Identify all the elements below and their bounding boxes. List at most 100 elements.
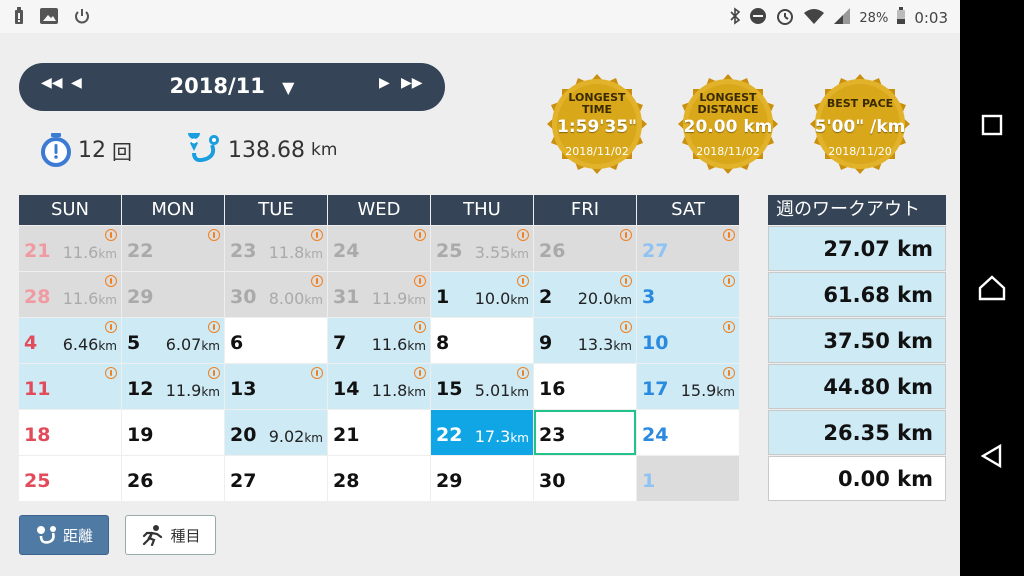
calendar-day-cell[interactable]: 19 xyxy=(122,410,224,455)
calendar-day-cell[interactable]: 25 3.55km xyxy=(431,226,533,271)
medal-longest-time[interactable]: LONGEST TIME 1:59'35" 2018/11/02 xyxy=(538,65,656,183)
distance-value: 9.02 xyxy=(268,427,305,446)
calendar-day-cell[interactable]: 11 xyxy=(19,364,121,409)
calendar-day-cell[interactable]: 3 xyxy=(637,272,739,317)
calendar-day-cell[interactable]: 25 xyxy=(19,456,121,501)
calendar-day-cell[interactable]: 7 11.6km xyxy=(328,318,430,363)
run-icon xyxy=(105,367,117,379)
day-number: 27 xyxy=(642,240,669,262)
signal-icon xyxy=(833,7,851,29)
calendar-day-cell[interactable]: 16 xyxy=(534,364,636,409)
day-number: 11 xyxy=(24,378,51,400)
distance-unit: km xyxy=(613,339,632,353)
distance-value: 10.0 xyxy=(474,289,511,308)
calendar-day-cell[interactable]: 4 6.46km xyxy=(19,318,121,363)
calendar-day-cell[interactable]: 14 11.8km xyxy=(328,364,430,409)
day-number: 6 xyxy=(230,332,244,354)
calendar-day-cell[interactable]: 29 xyxy=(431,456,533,501)
distance-toggle-button[interactable]: 距離 xyxy=(19,515,109,555)
day-number: 18 xyxy=(24,424,51,446)
calendar-day-cell[interactable]: 27 xyxy=(225,456,327,501)
calendar-day-cell[interactable]: 8 xyxy=(431,318,533,363)
distance-unit: km xyxy=(407,339,426,353)
weekly-total-row[interactable]: 44.80 km xyxy=(768,364,946,409)
day-number: 21 xyxy=(24,240,51,262)
weekly-total-row[interactable]: 27.07 km xyxy=(768,226,946,271)
calendar-day-cell[interactable]: 20 9.02km xyxy=(225,410,327,455)
weekday-sun: SUN xyxy=(19,195,121,225)
run-icon xyxy=(105,275,117,287)
home-button[interactable] xyxy=(960,268,1024,308)
next-year-button[interactable]: ▶▶ xyxy=(401,75,423,91)
calendar-day-cell[interactable]: 18 xyxy=(19,410,121,455)
day-number: 24 xyxy=(642,424,669,446)
calendar-day-cell[interactable]: 10 xyxy=(637,318,739,363)
next-month-button[interactable]: ▶ xyxy=(379,75,390,91)
recent-apps-button[interactable] xyxy=(960,105,1024,145)
day-number: 25 xyxy=(436,240,463,262)
calendar-day-cell[interactable]: 1 10.0km xyxy=(431,272,533,317)
calendar-day-cell[interactable]: 23 11.8km xyxy=(225,226,327,271)
calendar-day-cell[interactable]: 30 xyxy=(534,456,636,501)
day-number: 24 xyxy=(333,240,360,262)
calendar-day-cell[interactable]: 15 5.01km xyxy=(431,364,533,409)
medal-longest-distance[interactable]: LONGEST DISTANCE 20.00 km 2018/11/02 xyxy=(669,65,787,183)
calendar-day-cell[interactable]: 6 xyxy=(225,318,327,363)
calendar-day-cell[interactable]: 24 xyxy=(637,410,739,455)
weekday-fri: FRI xyxy=(534,195,636,225)
calendar-day-cell[interactable]: 13 xyxy=(225,364,327,409)
calendar-day-cell[interactable]: 1 xyxy=(637,456,739,501)
day-distance: 6.07km xyxy=(166,335,220,354)
calendar-day-cell[interactable]: 28 11.6km xyxy=(19,272,121,317)
calendar-day-cell[interactable]: 5 6.07km xyxy=(122,318,224,363)
calendar-day-cell[interactable]: 26 xyxy=(122,456,224,501)
calendar-day-cell[interactable]: 22 xyxy=(122,226,224,271)
back-button[interactable] xyxy=(960,436,1024,476)
day-number: 16 xyxy=(539,378,566,400)
distance-value: 15.9 xyxy=(680,381,717,400)
medal-best-pace[interactable]: BEST PACE 5'00" /km 2018/11/20 xyxy=(801,65,919,183)
distance-unit: km xyxy=(201,339,220,353)
medal-value: 5'00" /km xyxy=(814,117,906,137)
day-distance: 15.9km xyxy=(681,381,735,400)
distance-value: 11.9 xyxy=(165,381,202,400)
home-icon xyxy=(978,275,1006,301)
weekly-total-row[interactable]: 37.50 km xyxy=(768,318,946,363)
day-number: 30 xyxy=(539,470,566,492)
distance-unit: km xyxy=(407,293,426,307)
distance-value: 20.0 xyxy=(577,289,614,308)
calendar-day-cell[interactable]: 2 20.0km xyxy=(534,272,636,317)
day-number: 25 xyxy=(24,470,51,492)
calendar-day-cell[interactable]: 9 13.3km xyxy=(534,318,636,363)
calendar-day-cell[interactable]: 31 11.9km xyxy=(328,272,430,317)
day-distance: 17.3km xyxy=(475,427,529,446)
calendar-day-cell[interactable]: 28 xyxy=(328,456,430,501)
distance-unit: km xyxy=(304,293,323,307)
run-icon xyxy=(620,229,632,241)
calendar-day-cell[interactable]: 27 xyxy=(637,226,739,271)
calendar-day-cell[interactable]: 29 xyxy=(122,272,224,317)
weekday-thu: THU xyxy=(431,195,533,225)
type-toggle-button[interactable]: 種目 xyxy=(125,515,216,555)
day-number: 26 xyxy=(127,470,154,492)
day-number: 23 xyxy=(539,424,566,446)
run-icon xyxy=(620,275,632,287)
distance-value: 11.8 xyxy=(268,243,305,262)
calendar-day-cell[interactable]: 21 11.6km xyxy=(19,226,121,271)
calendar-day-cell[interactable]: 17 15.9km xyxy=(637,364,739,409)
calendar-day-cell[interactable]: 24 xyxy=(328,226,430,271)
weekly-total-row[interactable]: 26.35 km xyxy=(768,410,946,455)
calendar-day-cell[interactable]: 26 xyxy=(534,226,636,271)
calendar-day-cell[interactable]: 30 8.00km xyxy=(225,272,327,317)
calendar-day-cell[interactable]: 22 17.3km xyxy=(431,410,533,455)
day-number: 21 xyxy=(333,424,360,446)
run-icon xyxy=(414,321,426,333)
weekly-total-row[interactable]: 61.68 km xyxy=(768,272,946,317)
calendar-day-cell[interactable]: 23 xyxy=(534,410,636,455)
weekly-total-row[interactable]: 0.00 km xyxy=(768,456,946,501)
calendar-day-cell[interactable]: 21 xyxy=(328,410,430,455)
day-number: 29 xyxy=(127,286,154,308)
calendar-day-cell[interactable]: 12 11.9km xyxy=(122,364,224,409)
run-icon xyxy=(723,229,735,241)
day-number: 1 xyxy=(642,470,656,492)
